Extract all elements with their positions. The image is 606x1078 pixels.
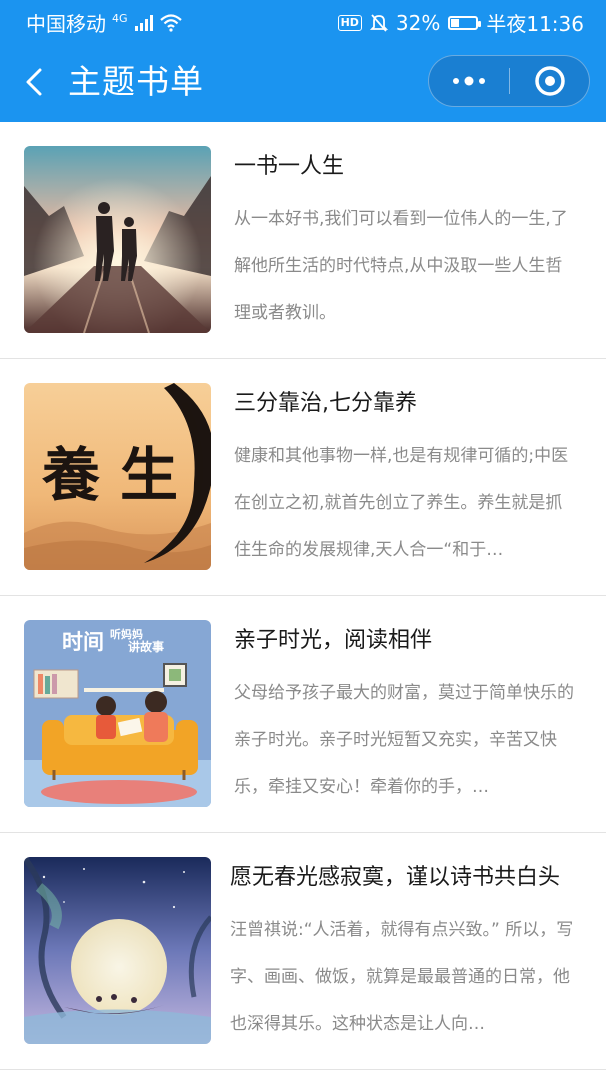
hd-badge: HD bbox=[337, 14, 362, 31]
cover-calligraphy: 養 bbox=[42, 441, 101, 509]
page-title: 主题书单 bbox=[68, 62, 204, 101]
wifi-icon bbox=[159, 13, 182, 32]
book-list-item[interactable]: 養 生 三分靠治,七分靠养 健康和其他事物一样,也是有规律可循的;中医在创立之初… bbox=[0, 359, 606, 596]
nav-bar: 主题书单 bbox=[0, 42, 606, 122]
book-cover-image bbox=[24, 857, 211, 1044]
book-cover-image bbox=[24, 146, 211, 333]
mute-bell-icon bbox=[369, 13, 388, 32]
book-title: 三分靠治,七分靠养 bbox=[234, 391, 417, 416]
book-cover-image: 養 生 bbox=[24, 383, 211, 570]
book-list-item[interactable]: 时间 听妈妈 讲故事 亲子时光，阅读相伴 父母给予孩子最大的财富，莫过于简单快乐… bbox=[0, 596, 606, 833]
mini-program-capsule bbox=[428, 55, 590, 107]
signal-icon bbox=[134, 14, 153, 31]
more-dots-icon[interactable] bbox=[429, 56, 509, 106]
back-arrow-icon[interactable] bbox=[18, 62, 54, 102]
book-title: 愿无春光感寂寞，谨以诗书共白头 bbox=[230, 865, 561, 890]
battery-percent: 32% bbox=[395, 10, 441, 35]
cover-title-text: 时间 bbox=[62, 630, 104, 654]
book-description: 汪曾祺说:“人活着，就得有点兴致。” 所以，写字、画画、做饭，就算是最最普通的日… bbox=[230, 920, 574, 1034]
book-title: 亲子时光，阅读相伴 bbox=[234, 628, 433, 653]
book-list-item[interactable]: 愿无春光感寂寞，谨以诗书共白头 汪曾祺说:“人活着，就得有点兴致。” 所以，写字… bbox=[0, 833, 606, 1070]
book-title: 一书一人生 bbox=[234, 154, 345, 179]
status-bar: 中国移动 4G HD 32% 半夜11:36 bbox=[0, 0, 606, 42]
network-label: 4G bbox=[112, 12, 128, 25]
book-description: 从一本好书,我们可以看到一位伟人的一生,了解他所生活的时代特点,从中汲取一些人生… bbox=[234, 209, 568, 323]
clock: 半夜11:36 bbox=[486, 12, 584, 36]
carrier-label: 中国移动 bbox=[26, 12, 106, 36]
cover-title-text: 讲故事 bbox=[128, 640, 165, 654]
close-target-icon[interactable] bbox=[510, 56, 590, 106]
book-description: 健康和其他事物一样,也是有规律可循的;中医在创立之初,就首先创立了养生。养生就是… bbox=[234, 446, 569, 560]
book-list-item[interactable]: 一书一人生 从一本好书,我们可以看到一位伟人的一生,了解他所生活的时代特点,从中… bbox=[0, 122, 606, 359]
cover-calligraphy: 生 bbox=[120, 441, 179, 509]
book-cover-image: 时间 听妈妈 讲故事 bbox=[24, 620, 211, 807]
book-description: 父母给予孩子最大的财富，莫过于简单快乐的亲子时光。亲子时光短暂又充实，辛苦又快乐… bbox=[234, 683, 574, 797]
book-list: 一书一人生 从一本好书,我们可以看到一位伟人的一生,了解他所生活的时代特点,从中… bbox=[0, 122, 606, 1070]
battery-icon bbox=[448, 15, 482, 30]
